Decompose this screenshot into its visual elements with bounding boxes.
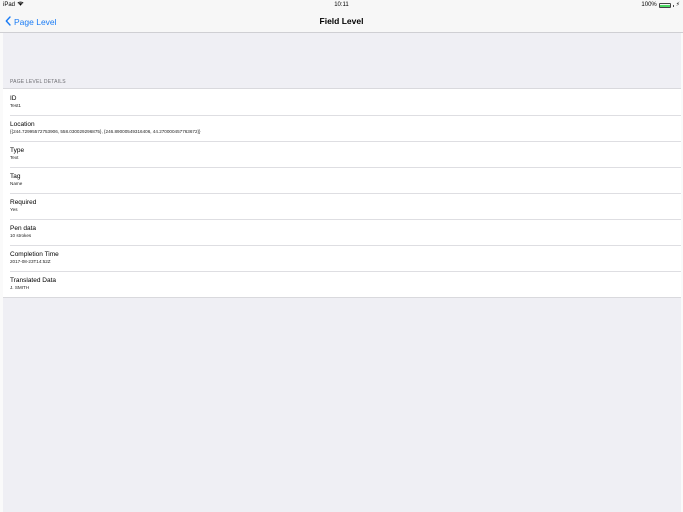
row-value: Test1 — [10, 103, 21, 108]
row-title: Translated Data — [10, 277, 57, 284]
detail-row-type[interactable]: Type Text — [3, 141, 681, 167]
row-value: 10 strokes — [10, 233, 32, 238]
details-table: ID Test1 Location {{244.72995572753906, … — [3, 88, 681, 298]
battery-tip — [672, 4, 674, 7]
row-title: Completion Time — [10, 251, 59, 258]
detail-row-pen-data[interactable]: Pen data 10 strokes — [3, 219, 681, 245]
row-value: {{244.72995572753906, 558.030029296875},… — [10, 129, 201, 134]
battery-icon — [658, 3, 671, 8]
row-value: J. SMITH — [10, 285, 30, 290]
row-title: ID — [10, 95, 17, 102]
row-value: Name — [10, 181, 23, 186]
row-title: Pen data — [10, 225, 37, 232]
section-header: PAGE LEVEL DETAILS — [10, 79, 66, 85]
charging-icon: ⚡ — [675, 2, 680, 8]
row-title: Required — [10, 199, 37, 206]
row-value: Yes — [10, 207, 18, 212]
detail-row-location[interactable]: Location {{244.72995572753906, 558.03002… — [3, 115, 681, 141]
status-bar: iPad 10:11 100% ⚡ — [0, 0, 683, 11]
battery-percent: 100% — [641, 2, 657, 8]
row-title: Location — [10, 121, 35, 128]
detail-row-translated-data[interactable]: Translated Data J. SMITH — [3, 271, 681, 297]
row-value: 2017-08-23T14:52Z — [10, 259, 51, 264]
row-value: Text — [10, 155, 19, 160]
row-title: Tag — [10, 173, 21, 180]
detail-row-tag[interactable]: Tag Name — [3, 167, 681, 193]
page-title: Field Level — [319, 16, 364, 26]
navigation-bar: Page Level Field Level — [0, 11, 683, 33]
detail-row-required[interactable]: Required Yes — [3, 193, 681, 219]
status-time: 10:11 — [334, 2, 349, 8]
detail-row-completion-time[interactable]: Completion Time 2017-08-23T14:52Z — [3, 245, 681, 271]
status-right: 100% ⚡ — [641, 0, 680, 11]
detail-row-id[interactable]: ID Test1 — [3, 89, 681, 115]
row-title: Type — [10, 147, 25, 154]
